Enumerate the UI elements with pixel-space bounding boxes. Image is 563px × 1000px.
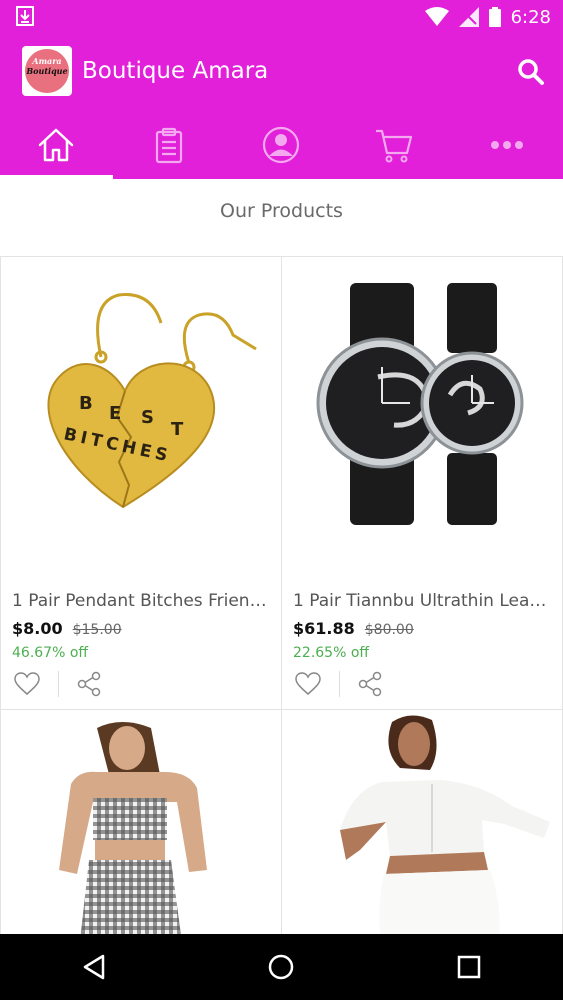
favorite-button[interactable]	[12, 669, 42, 699]
cart-icon	[376, 129, 413, 162]
product-prices: $8.00 $15.00	[12, 619, 122, 638]
product-discount: 46.67% off	[12, 645, 89, 661]
app-bar: Amara Boutique Boutique Amara	[0, 34, 563, 110]
system-nav-bar	[0, 934, 563, 1000]
status-time: 6:28	[510, 6, 551, 28]
app-logo: Amara Boutique	[22, 46, 72, 96]
home-button[interactable]	[261, 947, 301, 987]
heart-icon	[295, 672, 321, 695]
product-old-price: $15.00	[72, 622, 122, 638]
product-card[interactable]: 1 Pair Tiannbu Ultrathin Leather Watch $…	[281, 256, 563, 710]
tab-more[interactable]	[450, 110, 563, 179]
product-image-white-crop-top[interactable]	[282, 710, 562, 950]
tab-orders[interactable]	[113, 110, 226, 179]
back-icon	[83, 954, 105, 980]
product-card[interactable]	[0, 709, 282, 950]
product-prices: $61.88 $80.00	[293, 619, 414, 638]
product-image-watches[interactable]	[282, 257, 562, 577]
product-card[interactable]	[281, 709, 563, 950]
product-old-price: $80.00	[364, 622, 414, 638]
favorite-button[interactable]	[293, 669, 323, 699]
section-title: Our Products	[220, 200, 343, 222]
recents-button[interactable]	[449, 947, 489, 987]
home-circle-icon	[269, 954, 294, 980]
home-icon	[39, 128, 74, 161]
product-price: $8.00	[12, 619, 63, 638]
product-image-gingham-set[interactable]	[1, 710, 281, 950]
tab-bar	[0, 110, 563, 179]
product-name[interactable]: 1 Pair Tiannbu Ultrathin Leather Watch	[293, 591, 553, 611]
action-divider	[58, 671, 59, 697]
pendant-letter-e: E	[109, 403, 121, 424]
clipboard-icon	[155, 127, 182, 163]
app-title: Boutique Amara	[82, 58, 269, 84]
tab-home[interactable]	[0, 110, 113, 179]
share-icon	[358, 671, 382, 697]
logo-line2: Boutique	[26, 66, 68, 76]
profile-icon	[263, 126, 300, 163]
action-divider	[339, 671, 340, 697]
wifi-icon	[424, 7, 449, 26]
share-button[interactable]	[74, 669, 104, 699]
back-button[interactable]	[74, 947, 114, 987]
product-name[interactable]: 1 Pair Pendant Bitches Friendship Neckla…	[12, 591, 272, 611]
product-discount: 22.65% off	[293, 645, 370, 661]
signal-icon	[458, 7, 479, 27]
pendant-letter-b: B	[79, 393, 93, 414]
share-icon	[77, 671, 101, 697]
logo-line1: Amara	[32, 56, 62, 66]
battery-icon	[488, 7, 501, 27]
share-button[interactable]	[355, 669, 385, 699]
pendant-letter-s: S	[141, 407, 154, 428]
product-card[interactable]: B E S T BITCHES 1 Pair Pendant Bitches F…	[0, 256, 282, 710]
status-bar: 6:28	[0, 0, 563, 34]
search-button[interactable]	[517, 58, 545, 86]
product-actions	[12, 669, 104, 699]
recents-icon	[457, 955, 481, 979]
tab-cart[interactable]	[338, 110, 451, 179]
more-icon	[490, 140, 523, 149]
product-price: $61.88	[293, 619, 355, 638]
pendant-letter-t: T	[171, 419, 184, 440]
download-icon	[16, 6, 34, 26]
product-image-heart-pendant[interactable]: B E S T BITCHES	[1, 257, 281, 577]
heart-icon	[14, 672, 40, 695]
tab-profile[interactable]	[225, 110, 338, 179]
search-icon	[518, 59, 544, 85]
product-actions	[293, 669, 385, 699]
